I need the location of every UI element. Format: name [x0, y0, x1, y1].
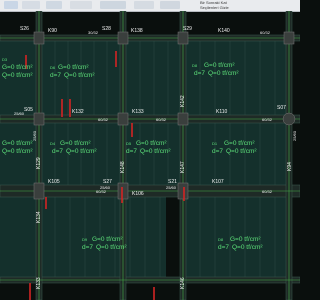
column[interactable] [117, 112, 129, 126]
beam-label: K132 [72, 109, 84, 115]
slab-load: Q=0 tf/cm² [66, 148, 97, 155]
column[interactable] [177, 112, 189, 126]
ribbon-button-6[interactable] [134, 1, 154, 9]
slab-id: D3 [2, 57, 8, 62]
column[interactable] [33, 31, 45, 45]
beam-size: 60/32 [98, 117, 109, 122]
column-size: 25/60 [14, 111, 25, 116]
beam-label: K134 [36, 211, 42, 223]
slab-thickness: d=7 [50, 72, 61, 79]
beam-size: 25/60 [292, 130, 297, 141]
slab-id: D9 [82, 237, 88, 242]
column-label: S07 [277, 105, 286, 111]
slab-load: Q=0 tf/cm² [2, 72, 33, 79]
ribbon-button-1[interactable] [4, 1, 18, 9]
beam-label: K140 [218, 28, 230, 34]
beam-label: K90 [48, 28, 57, 34]
column-label: S26 [20, 26, 29, 32]
slab-load: G=0 tf/cm² [230, 236, 261, 243]
slab-load: G=0 tf/cm² [58, 64, 89, 71]
slab-panel[interactable] [0, 197, 36, 277]
slab-load: G=0 tf/cm² [2, 64, 33, 71]
slab-load: Q=0 tf/cm² [232, 244, 263, 251]
slab-load: G=0 tf/cm² [204, 62, 235, 69]
ribbon-button-3[interactable] [46, 1, 62, 9]
beam-label: K148 [120, 161, 126, 173]
slab-thickness: d=7 [194, 70, 205, 77]
ribbon-button-7[interactable] [160, 1, 180, 9]
beam-label: K147 [180, 161, 186, 173]
beam-label: K133 [132, 109, 144, 115]
ribbon-button-5[interactable] [100, 1, 126, 9]
beam-size: 60/32 [262, 189, 273, 194]
beam-label: K133 [36, 277, 42, 289]
slab-thickness: d=7 [218, 244, 229, 251]
column-size: 25/60 [100, 185, 111, 190]
column[interactable] [33, 182, 45, 200]
beam-label: K106 [132, 191, 144, 197]
slab-id: D8 [218, 237, 224, 242]
column[interactable] [117, 31, 129, 45]
slab-thickness: d=7 [212, 148, 223, 155]
slab-thickness: d=7 [126, 148, 137, 155]
ribbon-right-text-2[interactable]: Seçilenleri Gizle [200, 5, 229, 10]
beam-label: K129 [36, 157, 42, 169]
column[interactable] [33, 112, 45, 126]
slab-id: D5 [126, 141, 132, 146]
beam-label: K142 [180, 95, 186, 107]
slab-id: D8 [192, 63, 198, 68]
slab-id: D4 [50, 141, 56, 146]
beam-label: K105 [48, 179, 60, 185]
column[interactable] [282, 112, 296, 126]
beam-label: K107 [212, 179, 224, 185]
slab-id: D1 [212, 141, 218, 146]
beam-label: K146 [180, 277, 186, 289]
slab-load: G=0 tf/cm² [60, 140, 91, 147]
beam-size: 25/60 [32, 130, 37, 141]
beam-size: 60/32 [262, 117, 273, 122]
slab-load: Q=0 tf/cm² [64, 72, 95, 79]
column[interactable] [177, 182, 189, 200]
slab-panel[interactable] [126, 41, 180, 115]
column[interactable] [283, 31, 295, 45]
slab-load: G=0 tf/cm² [2, 140, 33, 147]
slab-load: Q=0 tf/cm² [140, 148, 171, 155]
ribbon-button-4[interactable] [70, 1, 92, 9]
column[interactable] [177, 31, 189, 45]
beam-size: 60/32 [260, 30, 271, 35]
beam-size: 30/32 [88, 30, 99, 35]
beam-size: 60/32 [156, 117, 167, 122]
column-label: S05 [24, 107, 33, 113]
slab-load: Q=0 tf/cm² [96, 244, 127, 251]
slab-load: Q=0 tf/cm² [226, 148, 257, 155]
slab-load: G=0 tf/cm² [136, 140, 167, 147]
ribbon-button-2[interactable] [22, 1, 40, 9]
slab-load: Q=0 tf/cm² [2, 148, 33, 155]
drawing-canvas[interactable]: S26 S28 S29 S05 S07 S27 S21 K90 K138 K14… [0, 11, 300, 300]
slab-load: G=0 tf/cm² [92, 236, 123, 243]
beam-label: K110 [216, 109, 228, 115]
slab-load: Q=0 tf/cm² [208, 70, 239, 77]
column-label: S29 [183, 26, 192, 32]
beam-label: K138 [131, 28, 143, 34]
slab-thickness: d=7 [52, 148, 63, 155]
beam-label: K94 [287, 162, 293, 171]
column-size: 25/60 [166, 185, 177, 190]
slab-thickness: d=7 [82, 244, 93, 251]
slab-id: D6 [50, 65, 56, 70]
slab-panel[interactable] [186, 41, 286, 115]
column-label: S28 [102, 26, 111, 32]
slab-load: G=0 tf/cm² [224, 140, 255, 147]
column[interactable] [117, 182, 129, 200]
